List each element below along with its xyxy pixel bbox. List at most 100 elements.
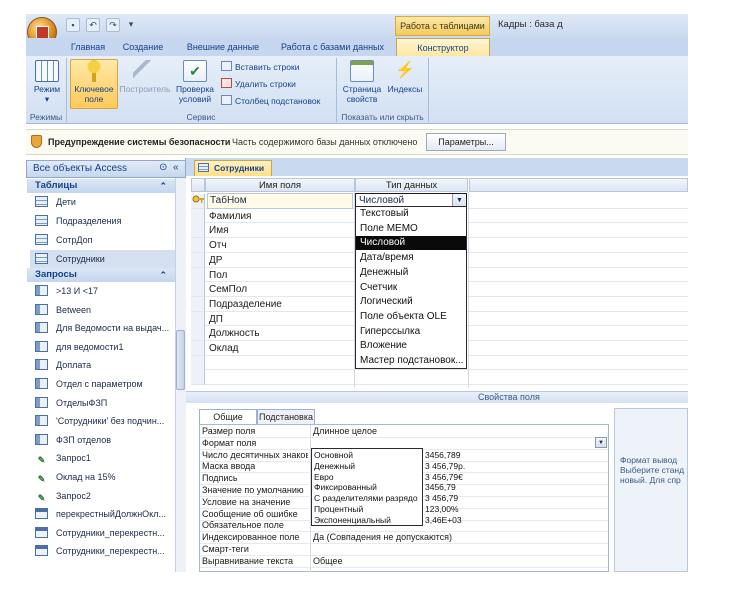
format-option-name[interactable]: Денежный (314, 461, 355, 472)
data-type-option[interactable]: Вложение (356, 339, 466, 353)
field-name-cell[interactable]: Должность (209, 326, 260, 341)
nav-item-label: Запрос1 (56, 453, 91, 464)
nav-collapse-icon[interactable]: « (173, 162, 179, 173)
insert-rows-button[interactable]: Вставить строки (221, 60, 299, 74)
format-option-name[interactable]: С разделителями разрядо (314, 493, 418, 504)
tab-database-tools[interactable]: Работа с базами данных (275, 38, 390, 56)
property-value[interactable]: Длинное целое (313, 426, 377, 437)
data-type-option[interactable]: Числовой (356, 236, 466, 251)
query-icon (35, 322, 48, 334)
field-name-cell[interactable]: Пол (209, 268, 227, 283)
primary-key-button[interactable]: Ключевое поле (70, 59, 118, 109)
nav-item-query[interactable]: Between (30, 301, 175, 319)
nav-item-query[interactable]: ОтделыФЗП (30, 394, 175, 412)
format-option-name[interactable]: Основной (314, 450, 353, 461)
nav-scroll-thumb[interactable] (176, 330, 185, 390)
row-selector[interactable] (191, 355, 205, 371)
field-name-cell[interactable]: ДР (209, 253, 222, 268)
property-label: Формат поля (202, 437, 257, 448)
tab-external-data[interactable]: Внешние данные (180, 38, 266, 56)
format-option-name[interactable]: Евро (314, 472, 334, 483)
qat-customize-icon[interactable]: ▾ (126, 18, 136, 32)
row-selector[interactable] (191, 267, 205, 283)
tab-home[interactable]: Главная (68, 38, 108, 56)
data-type-option[interactable]: Поле объекта OLE (356, 310, 466, 324)
nav-item-table[interactable]: Дети (30, 193, 175, 211)
nav-item-query[interactable]: ФЗП отделов (30, 431, 175, 449)
row-selector[interactable] (191, 238, 205, 254)
nav-item-query[interactable]: ✎ Запрос2 (30, 487, 175, 505)
data-type-option[interactable]: Текстовый (356, 207, 466, 221)
field-name-cell[interactable]: Подразделение (209, 297, 282, 312)
nav-item-label: >13 И <17 (56, 286, 99, 296)
nav-item-label: Сотрудники_перекрестн... (56, 546, 165, 557)
table-icon (35, 234, 48, 245)
nav-item-query[interactable]: 'Сотрудники' без подчин... (30, 412, 175, 430)
nav-section-queries[interactable]: Запросы ⌃ (27, 268, 175, 282)
row-selector[interactable] (191, 341, 205, 356)
lookup-column-button[interactable]: Столбец подстановок (221, 94, 320, 108)
property-sheet-button[interactable]: Страница свойств (340, 60, 384, 104)
row-selector[interactable] (191, 296, 205, 312)
undo-icon[interactable]: ↶ (86, 18, 100, 32)
tab-create[interactable]: Создание (118, 38, 168, 56)
nav-item-query[interactable]: Для Ведомости на выдач... (30, 319, 175, 337)
format-option-name[interactable]: Фиксированный (314, 482, 377, 493)
nav-item-query[interactable]: Сотрудники_перекрестн... (30, 524, 175, 542)
nav-pane-title: Все объекты Access (33, 163, 128, 174)
view-button[interactable]: Режим ▾ (31, 60, 63, 104)
data-type-option[interactable]: Логический (356, 295, 466, 309)
tab-general[interactable]: Общие (199, 409, 257, 424)
nav-item-query[interactable]: для ведомости1 (30, 338, 175, 356)
security-options-button[interactable]: Параметры... (426, 133, 506, 151)
redo-icon[interactable]: ↷ (106, 18, 120, 32)
row-selector[interactable] (191, 223, 205, 239)
test-validation-button[interactable]: ✔ Проверка условий (173, 60, 217, 104)
nav-item-table[interactable]: Подразделения (30, 212, 175, 230)
field-name-cell[interactable]: ДП (209, 312, 223, 327)
nav-item-query[interactable]: перекрестныйДолжнОкл... (30, 505, 175, 523)
nav-item-query[interactable]: Сотрудники_перекрестн... (30, 542, 175, 560)
ribbon-separator (66, 58, 67, 122)
field-name-cell[interactable]: Имя (209, 223, 228, 238)
data-type-option[interactable]: Дата/время (356, 251, 466, 265)
property-value[interactable]: Да (Совпадения не допускаются) (313, 532, 452, 543)
data-type-option[interactable]: Гиперссылка (356, 325, 466, 339)
field-name-cell[interactable]: Фамилия (209, 209, 251, 224)
data-type-option[interactable]: Счетчик (356, 281, 466, 295)
data-type-option[interactable]: Денежный (356, 266, 466, 280)
nav-item-query[interactable]: ✎ Оклад на 15% (30, 468, 175, 486)
row-selector[interactable] (191, 208, 205, 224)
nav-item-label: Сотрудники (56, 254, 105, 264)
row-selector[interactable] (191, 326, 205, 342)
chevron-down-icon[interactable]: ▼ (595, 437, 607, 448)
tab-design[interactable]: Конструктор (396, 38, 490, 56)
nav-item-query[interactable]: Доплата (30, 356, 175, 374)
format-option-name[interactable]: Экспоненциальный (314, 515, 391, 526)
builder-button[interactable]: Построитель (119, 60, 171, 94)
tab-lookup[interactable]: Подстановка (257, 409, 315, 424)
row-selector[interactable] (191, 370, 205, 386)
delete-rows-button[interactable]: Удалить строки (221, 77, 296, 91)
indexes-button[interactable]: ⚡ Индексы (385, 60, 425, 94)
field-name-cell[interactable]: СемПол (209, 282, 247, 297)
save-icon[interactable]: ▪ (66, 18, 80, 32)
nav-item-table[interactable]: Сотрудники (30, 250, 175, 268)
row-selector[interactable] (191, 252, 205, 268)
nav-item-table[interactable]: СотрДоп (30, 231, 175, 249)
field-name-cell[interactable]: Отч (209, 238, 227, 253)
row-selector[interactable] (191, 311, 205, 327)
nav-item-query[interactable]: Отдел с параметром (30, 375, 175, 393)
nav-dropdown-icon[interactable]: ⊙ (159, 162, 167, 173)
nav-section-tables[interactable]: Таблицы ⌃ (27, 179, 175, 193)
field-name-input-tabnom[interactable]: ТабНом (207, 193, 353, 209)
nav-item-query[interactable]: >13 И <17 (30, 282, 175, 300)
format-option-name[interactable]: Процентный (314, 504, 363, 515)
data-type-option[interactable]: Поле MEMO (356, 222, 466, 236)
data-type-option[interactable]: Мастер подстановок... (356, 354, 466, 368)
nav-item-query[interactable]: ✎ Запрос1 (30, 449, 175, 467)
context-tab-table-tools: Работа с таблицами (395, 16, 490, 36)
property-value[interactable]: Общее (313, 556, 342, 567)
field-name-cell[interactable]: Оклад (209, 341, 239, 356)
row-selector[interactable] (191, 282, 205, 298)
